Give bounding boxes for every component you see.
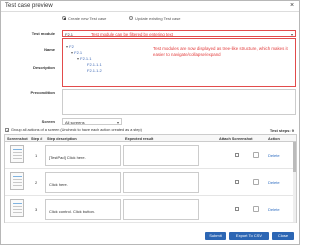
- create-new-label: Create new Test case: [68, 15, 107, 21]
- header-screenshot: Screenshot: [7, 136, 28, 141]
- name-label: Name: [44, 47, 55, 52]
- expected-result-input[interactable]: [123, 199, 199, 220]
- attach-screenshot-checkbox[interactable]: [235, 180, 239, 184]
- expected-result-input[interactable]: [123, 145, 199, 166]
- test-steps-count: Test steps: 9: [269, 128, 294, 133]
- close-icon[interactable]: ×: [288, 2, 296, 10]
- test-case-preview-dialog: Test case preview × Create new Test case…: [0, 0, 300, 245]
- steps-table-header: Screenshot Step # Step description Expec…: [5, 135, 296, 142]
- update-existing-radio[interactable]: [129, 16, 133, 20]
- tree-item[interactable]: ▾ F2.1.1: [77, 56, 91, 61]
- step-screenshot-thumbnail[interactable]: [10, 172, 24, 190]
- test-module-value: F2.1: [65, 32, 74, 37]
- table-row: 3 Click control. Click button. Delete: [5, 196, 296, 223]
- edit-icon[interactable]: [253, 179, 259, 185]
- step-description-input[interactable]: Click here.: [45, 172, 121, 193]
- group-actions-checkbox[interactable]: [5, 128, 9, 133]
- create-new-option[interactable]: Create new Test case: [62, 15, 106, 21]
- test-module-label: Test module: [31, 31, 55, 36]
- steps-table: Screenshot Step # Step description Expec…: [4, 134, 297, 223]
- delete-link[interactable]: Delete: [268, 180, 280, 185]
- export-csv-button[interactable]: Export To CSV: [229, 232, 269, 240]
- group-actions-label: Group all actions of a screen (Uncheck t…: [11, 128, 142, 132]
- chevron-down-icon: ▾: [116, 120, 119, 125]
- chevron-down-icon[interactable]: ▾: [291, 32, 293, 37]
- dialog-titlebar: Test case preview ×: [1, 1, 299, 12]
- step-description-input[interactable]: [TestPad] Click here.: [45, 145, 121, 166]
- steps-scrollbar[interactable]: [293, 142, 296, 222]
- scrollbar-thumb[interactable]: [293, 142, 296, 172]
- tree-item[interactable]: ▾ F2.1: [71, 50, 82, 55]
- update-existing-label: Update existing Test case: [135, 15, 181, 21]
- tree-item[interactable]: F2.1.1.1: [87, 62, 102, 67]
- screen-select[interactable]: All screens ▾: [62, 118, 122, 125]
- test-module-tree: ▾ F2 ▾ F2.1 ▾ F2.1.1 F2.1.1.1 F2.1.1.2 T…: [62, 38, 296, 87]
- tree-item[interactable]: F2.1.1.2: [87, 68, 102, 73]
- attach-screenshot-checkbox[interactable]: [235, 207, 239, 211]
- header-description: Step description: [47, 136, 77, 141]
- step-screenshot-thumbnail[interactable]: [10, 145, 24, 163]
- screen-select-value: All screens: [65, 120, 85, 125]
- edit-icon[interactable]: [253, 152, 259, 158]
- close-button[interactable]: Close: [272, 232, 294, 240]
- update-existing-option[interactable]: Update existing Test case: [129, 15, 181, 21]
- edit-icon[interactable]: [253, 206, 259, 212]
- precondition-input[interactable]: [62, 89, 296, 115]
- header-step: Step #: [31, 136, 43, 141]
- step-number: 3: [35, 207, 38, 212]
- group-actions-option[interactable]: Group all actions of a screen (Uncheck t…: [5, 128, 142, 133]
- submit-button[interactable]: Submit: [205, 232, 226, 240]
- delete-link[interactable]: Delete: [268, 207, 280, 212]
- table-row: 1 [TestPad] Click here. Delete: [5, 142, 296, 169]
- tree-item[interactable]: ▾ F2: [66, 44, 74, 49]
- test-module-filter-hint: Test module can be filtered by entering …: [91, 32, 173, 37]
- expected-result-input[interactable]: [123, 172, 199, 193]
- step-description-input[interactable]: Click control. Click button.: [45, 199, 121, 220]
- header-expected: Expected result: [125, 136, 154, 141]
- attach-screenshot-checkbox[interactable]: [235, 153, 239, 157]
- header-action: Action: [268, 136, 280, 141]
- step-number: 2: [35, 180, 38, 185]
- step-screenshot-thumbnail[interactable]: [10, 199, 24, 217]
- delete-link[interactable]: Delete: [268, 153, 280, 158]
- screen-label: Screen: [41, 119, 55, 124]
- test-module-input[interactable]: F2.1 Test module can be filtered by ente…: [62, 30, 296, 37]
- create-new-radio[interactable]: [62, 16, 66, 20]
- precondition-label: Precondition: [30, 90, 55, 95]
- table-row: 2 Click here. Delete: [5, 169, 296, 196]
- description-label: Description: [32, 65, 55, 70]
- header-attach: Attach Screenshot: [219, 136, 253, 141]
- step-number: 1: [35, 153, 38, 158]
- dialog-title: Test case preview: [5, 3, 53, 9]
- tree-structure-note: Test modules are now displayed as tree-l…: [153, 46, 288, 57]
